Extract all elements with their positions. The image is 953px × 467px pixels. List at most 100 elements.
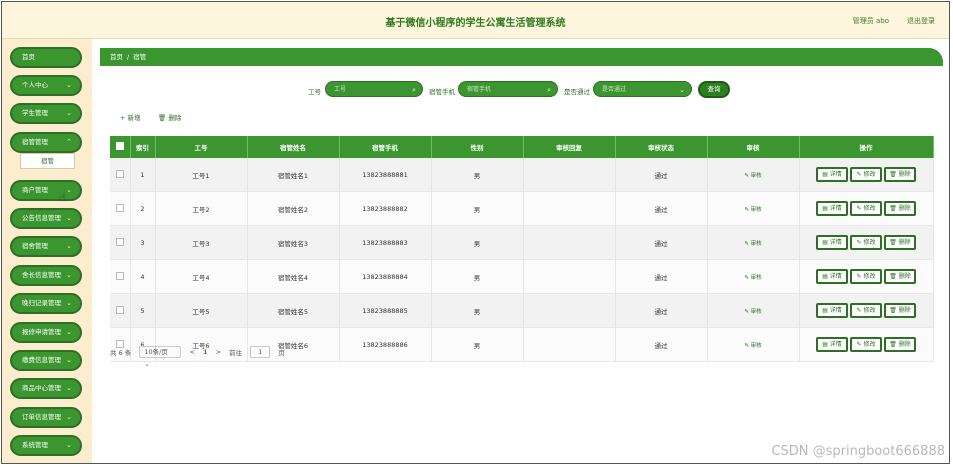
edit-button[interactable]: ✎ 修改 (850, 235, 882, 250)
row-checkbox[interactable] (110, 225, 131, 260)
edit-label: 修改 (863, 171, 876, 178)
sidebar-item-students[interactable]: 学生管理 ⌄ (10, 103, 82, 124)
row-checkbox[interactable] (110, 293, 131, 328)
cell-index: 4 (130, 259, 156, 294)
edit-icon: ✎ (744, 240, 749, 247)
row-checkbox[interactable] (110, 191, 131, 226)
column-header: 审核状态 (615, 136, 708, 158)
chevron-down-icon: ⌄ (66, 356, 72, 364)
delete-button[interactable]: 🗑 删除 (884, 167, 916, 182)
delete-button[interactable]: 🗑 删除 (884, 269, 916, 284)
cell-index: 1 (130, 158, 156, 192)
column-header: 宿管手机 (339, 136, 432, 158)
edit-button[interactable]: ✎ 修改 (850, 303, 882, 318)
sidebar-item-products[interactable]: 商品中心管理 ⌄ (10, 378, 82, 399)
delete-button[interactable]: 🗑 删除 (884, 337, 916, 352)
sidebar-item-label: 报修申请管理 (22, 328, 61, 336)
sidebar-item-home[interactable]: 首页 (10, 47, 82, 68)
edit-label: 修改 (863, 239, 876, 246)
column-header: 宿管姓名 (247, 136, 340, 158)
audit-link[interactable]: ✎ 审核 (744, 343, 761, 349)
chevron-up-icon: ⌃ (66, 138, 72, 146)
table-header-row: 索引 工号 宿管姓名 宿管手机 性别 审核回复 审核状态 审核 操作 (110, 136, 934, 158)
row-checkbox[interactable] (110, 158, 131, 192)
trash-icon: 🗑 (158, 114, 167, 122)
cell-audit: ✎ 审核 (707, 225, 800, 260)
cell-phone: 13823888882 (339, 191, 432, 226)
edit-button[interactable]: ✎ 修改 (850, 201, 882, 216)
batch-delete-button[interactable]: 🗑 删除 (158, 112, 181, 122)
detail-button[interactable]: ▤ 详情 (816, 337, 848, 352)
sidebar-item-system[interactable]: 系统管理 ⌄ (10, 435, 82, 456)
edit-icon: ✎ (856, 239, 862, 246)
sidebar-item-repairs[interactable]: 报修申请管理 ⌄ (10, 322, 82, 343)
search-input-no[interactable]: 工号 ⌕ (325, 81, 423, 97)
column-header: 性别 (431, 136, 524, 158)
sidebar-item-merchants[interactable]: 商户管理 ⌄ (10, 180, 82, 201)
audit-link[interactable]: ✎ 审核 (744, 173, 761, 179)
sidebar-item-dorm-managers[interactable]: 宿管管理 ⌃ (10, 132, 82, 153)
sidebar-item-payments[interactable]: 缴费信息管理 ⌄ (10, 350, 82, 371)
edit-icon: ✎ (744, 342, 749, 349)
sidebar: 首页 个人中心 ⌄ 学生管理 ⌄ 宿管管理 ⌃ 宿管 商户管理 ⌄ 公告信息管理 ⌄ 宿舍… (2, 39, 92, 463)
select-all-checkbox[interactable] (110, 136, 131, 158)
cell-sex: 男 (431, 225, 524, 260)
page-size-value: 10条/页 (144, 348, 168, 356)
audit-link[interactable]: ✎ 审核 (744, 309, 761, 315)
submenu-item-dorm-manager[interactable]: 宿管 (20, 153, 75, 169)
search-label-phone: 宿管手机 (429, 88, 455, 96)
cell-name: 宿管姓名5 (247, 293, 340, 328)
search-input-phone[interactable]: 宿管手机 ⌕ (458, 81, 558, 97)
logout-link[interactable]: 退出登录 (907, 16, 935, 26)
detail-button[interactable]: ▤ 详情 (816, 201, 848, 216)
add-button[interactable]: + 新增 (120, 112, 141, 122)
delete-button[interactable]: 🗑 删除 (884, 303, 916, 318)
cell-reply (523, 293, 616, 328)
chevron-down-icon: ⌄ (66, 413, 72, 421)
edit-icon: ✎ (856, 273, 862, 280)
audit-link[interactable]: ✎ 审核 (744, 275, 761, 281)
sidebar-item-notices[interactable]: 公告信息管理 ⌄ (10, 208, 82, 229)
sidebar-item-profile[interactable]: 个人中心 ⌄ (10, 75, 82, 96)
search-icon: ⌕ (412, 86, 416, 94)
sidebar-item-label: 商品中心管理 (22, 384, 61, 392)
detail-button[interactable]: ▤ 详情 (816, 303, 848, 318)
cell-status: 通过 (615, 259, 708, 294)
breadcrumb-home[interactable]: 首页 (110, 53, 123, 61)
detail-button[interactable]: ▤ 详情 (816, 269, 848, 284)
delete-button[interactable]: 🗑 删除 (884, 201, 916, 216)
next-page-button[interactable]: > (216, 348, 221, 356)
audit-link[interactable]: ✎ 审核 (744, 241, 761, 247)
row-checkbox[interactable] (110, 259, 131, 294)
search-icon: ⌕ (547, 86, 551, 94)
detail-button[interactable]: ▤ 详情 (816, 167, 848, 182)
edit-button[interactable]: ✎ 修改 (850, 167, 882, 182)
breadcrumb-separator: / (127, 53, 130, 61)
sidebar-item-label: 舍长信息管理 (22, 271, 61, 279)
audit-label: 审核 (750, 240, 762, 247)
cell-phone: 13823888884 (339, 259, 432, 294)
search-button[interactable]: 查询 (698, 81, 730, 98)
prev-page-button[interactable]: < (189, 348, 194, 356)
chevron-down-icon: ⌄ (66, 81, 72, 89)
delete-label: 删除 (898, 341, 911, 348)
detail-button[interactable]: ▤ 详情 (816, 235, 848, 250)
audit-link[interactable]: ✎ 审核 (744, 207, 761, 213)
page-size-select[interactable]: 10条/页 ⌄ (139, 346, 182, 368)
approved-select[interactable]: 是否通过 ⌄ (593, 81, 692, 97)
edit-icon: ✎ (856, 205, 862, 212)
goto-page-input[interactable]: 1 (250, 346, 271, 358)
delete-button[interactable]: 🗑 删除 (884, 235, 916, 250)
sidebar-item-late-return[interactable]: 晚归记录管理 ⌄ (10, 293, 82, 314)
sidebar-item-dorm-leaders[interactable]: 舍长信息管理 ⌄ (10, 265, 82, 286)
edit-icon: ✎ (856, 171, 862, 178)
sidebar-item-orders[interactable]: 订单信息管理 ⌄ (10, 407, 82, 428)
sidebar-item-dorms[interactable]: 宿舍管理 ⌄ (10, 236, 82, 257)
mouse-pointer-icon: ☝ (59, 191, 66, 204)
edit-button[interactable]: ✎ 修改 (850, 269, 882, 284)
sidebar-item-label: 系统管理 (22, 441, 48, 449)
page-number-current[interactable]: 1 (203, 348, 208, 356)
delete-label: 删除 (898, 307, 911, 314)
edit-button[interactable]: ✎ 修改 (850, 337, 882, 352)
detail-label: 详情 (829, 239, 842, 246)
